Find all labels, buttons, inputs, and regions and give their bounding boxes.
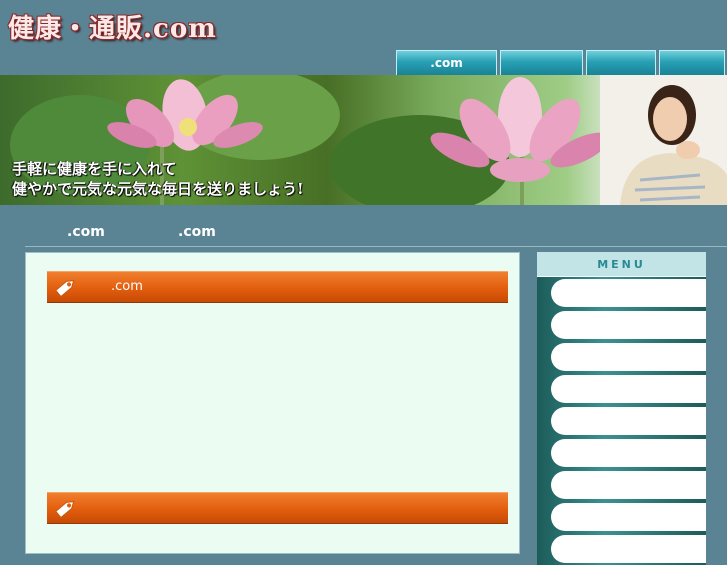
hero-banner: 手軽に健康を手に入れて 健やかで元気な元気な毎日を送りましょう!: [0, 75, 727, 205]
main-content: .com: [25, 252, 520, 554]
sidebar-item[interactable]: [537, 405, 706, 437]
nav-tab-home[interactable]: .com: [396, 50, 497, 75]
sidebar-item-label[interactable]: [551, 439, 706, 467]
section-heading-bar: [47, 492, 508, 524]
sidebar-item[interactable]: [537, 533, 706, 565]
sidebar-item-label[interactable]: [551, 311, 706, 339]
nav-tab-4[interactable]: [659, 50, 725, 75]
sidebar-heading: MENU: [537, 252, 706, 277]
sidebar-item[interactable]: [537, 373, 706, 405]
banner-caption-line1: 手軽に健康を手に入れて: [12, 160, 177, 178]
subnav-link-2[interactable]: .com: [178, 224, 216, 240]
sidebar-item-label[interactable]: [551, 407, 706, 435]
sub-navigation: .com .com: [0, 224, 727, 245]
top-navigation: .com: [396, 50, 725, 75]
sidebar-item[interactable]: [537, 309, 706, 341]
sidebar-item-label[interactable]: [551, 535, 706, 563]
sidebar-item[interactable]: [537, 277, 706, 309]
sidebar-item-label[interactable]: [551, 343, 706, 371]
section-heading-label: .com: [111, 279, 143, 294]
banner-caption-line2: 健やかで元気な元気な毎日を送りましょう!: [12, 180, 304, 198]
subnav-link-1[interactable]: .com: [67, 224, 105, 240]
banner-caption: 手軽に健康を手に入れて 健やかで元気な元気な毎日を送りましょう!: [12, 159, 304, 199]
nav-tab-3[interactable]: [586, 50, 656, 75]
sidebar-item[interactable]: [537, 501, 706, 533]
tag-icon: [53, 275, 79, 303]
sidebar-item-label[interactable]: [551, 503, 706, 531]
sidebar-item-label[interactable]: [551, 375, 706, 403]
sidebar-menu: MENU: [537, 252, 706, 565]
sidebar-item[interactable]: [537, 341, 706, 373]
nav-tab-2[interactable]: [500, 50, 583, 75]
site-logo[interactable]: 健康・通販.com: [8, 8, 217, 45]
divider: [25, 246, 727, 247]
sidebar-item[interactable]: [537, 437, 706, 469]
sidebar-item-label[interactable]: [551, 279, 706, 307]
section-heading-bar: .com: [47, 271, 508, 303]
tag-icon: [53, 496, 79, 524]
sidebar-item[interactable]: [537, 469, 706, 501]
sidebar-item-label[interactable]: [551, 471, 706, 499]
